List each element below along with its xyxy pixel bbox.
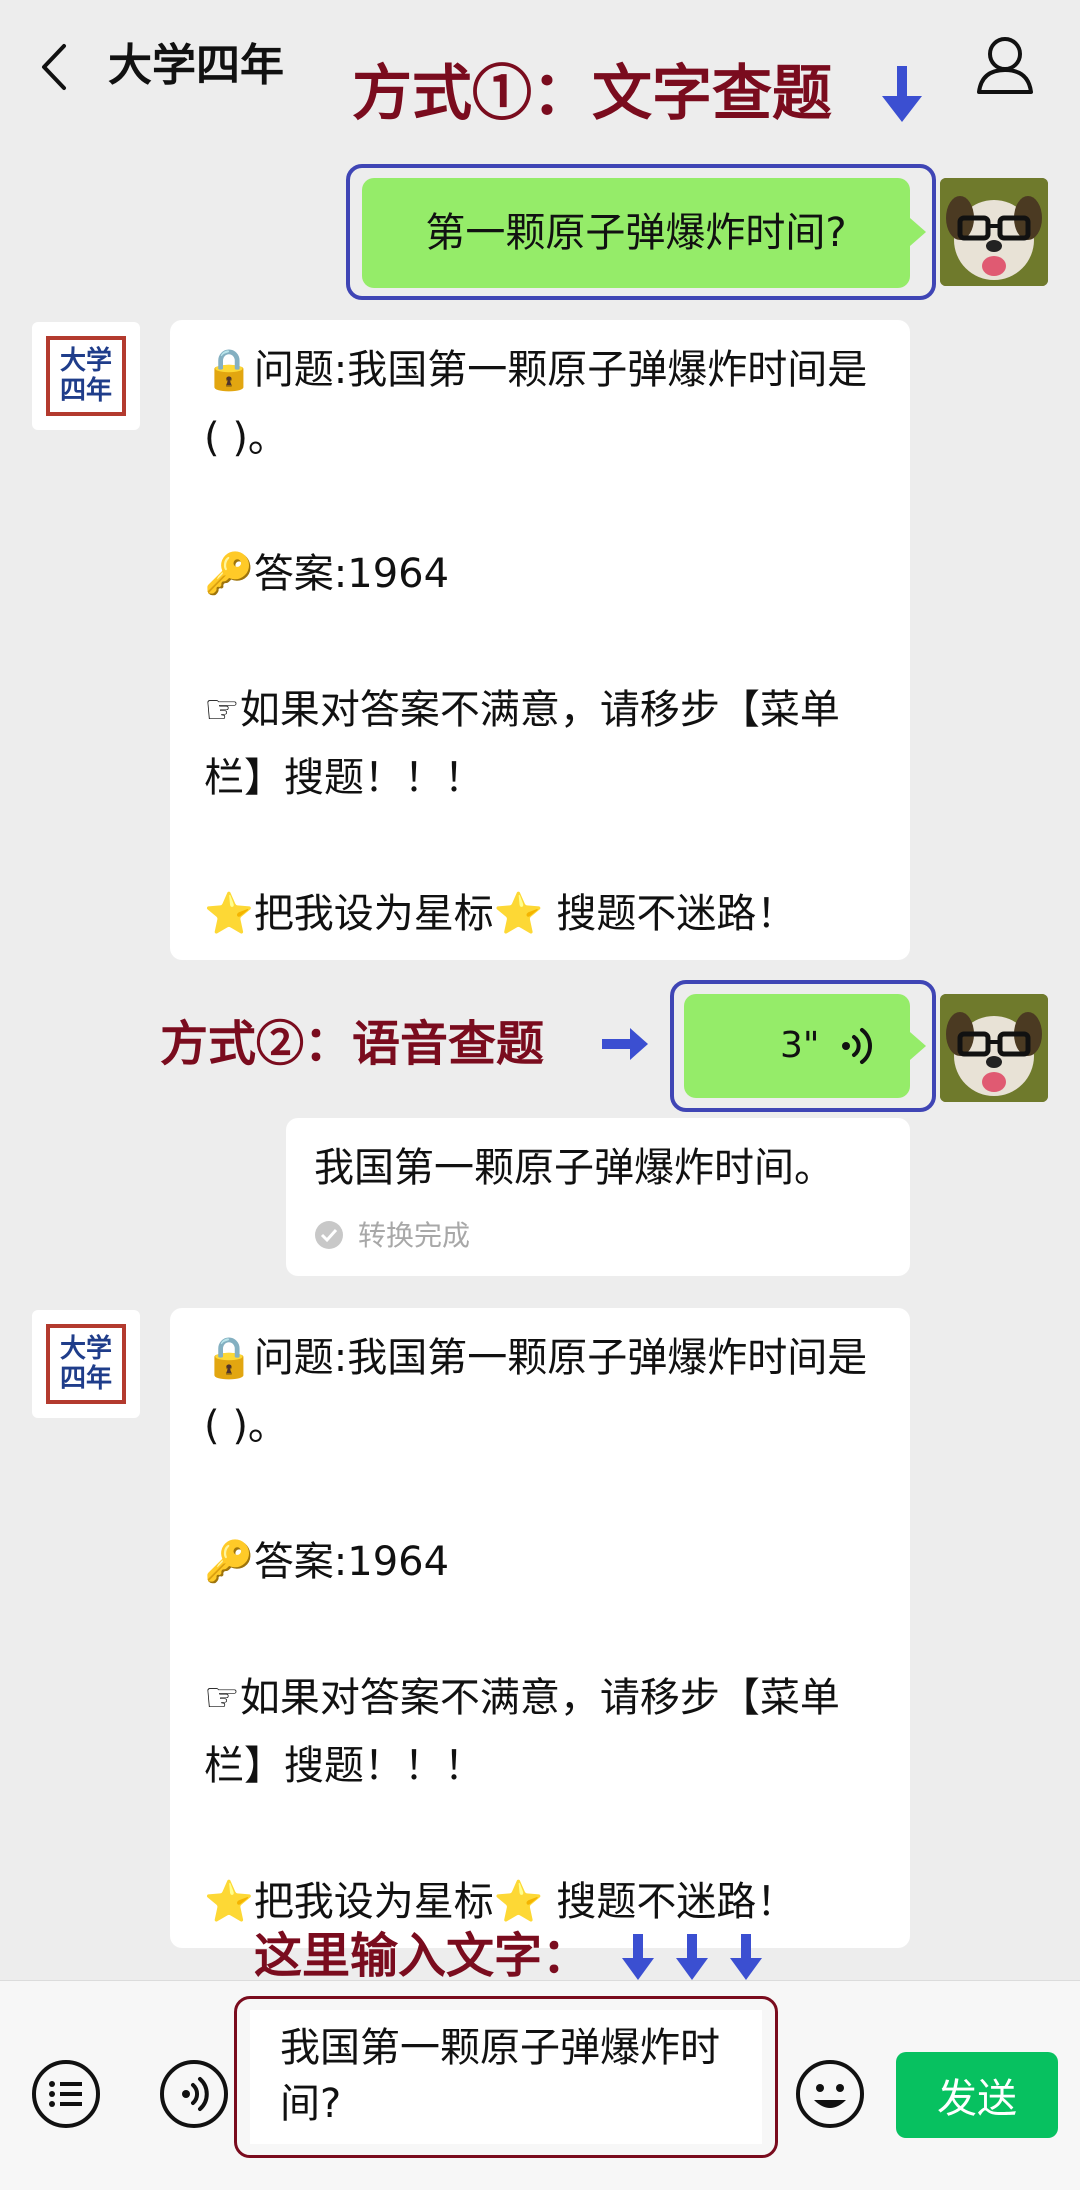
arrow-down-icon — [676, 1934, 708, 1980]
user-avatar[interactable] — [940, 994, 1048, 1102]
star-text: 把我设为星标 — [253, 891, 494, 937]
bot-avatar[interactable]: 大学 四年 — [32, 1310, 140, 1418]
arrow-down-icon — [622, 1934, 654, 1980]
bubble-tail — [910, 1032, 926, 1060]
answer-text: 答案:1964 — [253, 551, 450, 597]
user-avatar[interactable] — [940, 178, 1048, 286]
question-text: 问题:我国第一颗原子弹爆炸时间是( )。 — [204, 347, 868, 461]
hint-text: ☞如果对答案不满意，请移步【菜单栏】搜题！！！ — [204, 687, 840, 801]
footer-text: 搜题不迷路！ — [556, 891, 797, 937]
bot-avatar[interactable]: 大学 四年 — [32, 322, 140, 430]
message-input[interactable]: 我国第一颗原子弹爆炸时间? — [250, 2010, 762, 2144]
bot-reply-bubble[interactable]: 🔒问题:我国第一颗原子弹爆炸时间是( )。 🔑答案:1964 ☞如果对答案不满意… — [170, 1308, 910, 1948]
star-icon: ⭐ — [493, 891, 544, 937]
transcript-status: 转换完成 — [358, 1219, 471, 1252]
transcript-text: 我国第一颗原子弹爆炸时间。 — [314, 1145, 834, 1191]
user-text-message: 第一颗原子弹爆炸时间? — [425, 210, 847, 256]
question-text: 问题:我国第一颗原子弹爆炸时间是( )。 — [204, 1335, 868, 1449]
chat-title: 大学四年 — [108, 40, 284, 91]
arrow-down-icon — [882, 66, 922, 122]
person-icon[interactable] — [975, 34, 1035, 96]
bot-logo: 大学 四年 — [46, 1324, 126, 1404]
message-input-value: 我国第一颗原子弹爆炸时间? — [280, 2025, 720, 2127]
lock-icon: 🔒 — [204, 1335, 254, 1381]
voice-icon[interactable] — [158, 2058, 230, 2130]
arrow-down-icon — [730, 1934, 762, 1980]
chevron-left-icon[interactable] — [38, 42, 68, 92]
answer-text: 答案:1964 — [253, 1539, 450, 1585]
key-icon: 🔑 — [204, 551, 254, 597]
input-hint-annotation: 这里输入文字： — [254, 1928, 591, 1984]
send-button[interactable]: 发送 — [896, 2052, 1058, 2138]
dog-avatar-image — [940, 994, 1048, 1102]
star-icon: ⭐ — [204, 1879, 254, 1925]
star-icon: ⭐ — [204, 891, 254, 937]
dog-avatar-image — [940, 178, 1048, 286]
star-icon: ⭐ — [493, 1879, 544, 1925]
key-icon: 🔑 — [204, 1539, 254, 1585]
bot-reply-bubble[interactable]: 🔒问题:我国第一颗原子弹爆炸时间是( )。 🔑答案:1964 ☞如果对答案不满意… — [170, 320, 910, 960]
hint-text: ☞如果对答案不满意，请移步【菜单栏】搜题！！！ — [204, 1675, 840, 1789]
method2-annotation: 方式②：语音查题 — [160, 1016, 545, 1072]
footer-text: 搜题不迷路！ — [556, 1879, 797, 1925]
emoji-icon[interactable] — [794, 2058, 866, 2130]
user-text-bubble[interactable]: 第一颗原子弹爆炸时间? — [362, 178, 910, 288]
voice-wave-icon — [842, 1028, 872, 1064]
check-circle-icon — [315, 1221, 343, 1249]
lock-icon: 🔒 — [204, 347, 254, 393]
voice-duration: 3" — [780, 1025, 820, 1066]
voice-transcript-bubble[interactable]: 我国第一颗原子弹爆炸时间。 转换完成 — [286, 1118, 910, 1276]
arrow-right-icon — [602, 1028, 648, 1060]
method1-annotation: 方式①：文字查题 — [352, 59, 832, 129]
star-text: 把我设为星标 — [253, 1879, 494, 1925]
voice-message-bubble[interactable]: 3" — [684, 994, 910, 1098]
list-icon[interactable] — [30, 2058, 102, 2130]
bot-logo: 大学 四年 — [46, 336, 126, 416]
bubble-tail — [910, 218, 926, 246]
